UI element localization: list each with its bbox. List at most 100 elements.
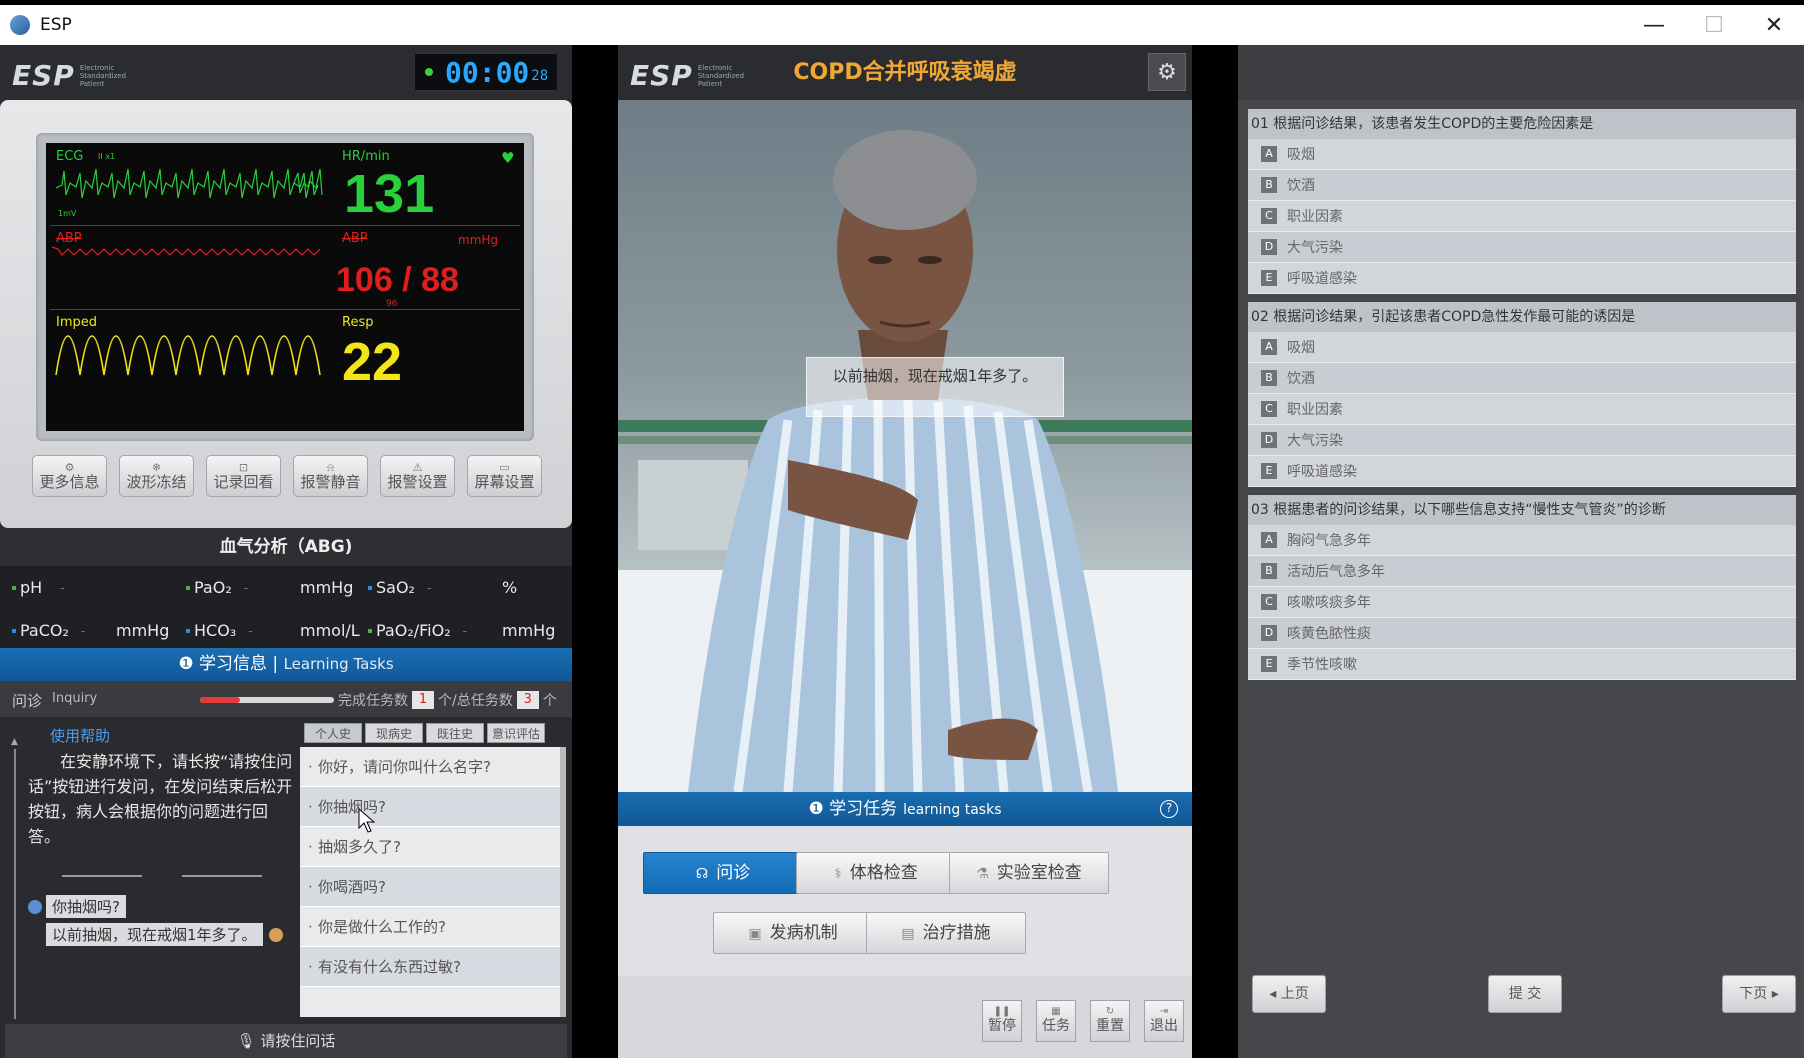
help-link[interactable]: 使用帮助 [50, 725, 110, 746]
abg-name: SaO₂ [376, 578, 415, 597]
alarm-mute-button[interactable]: ⍾ 报警静音 [293, 455, 368, 497]
option-letter: E [1261, 270, 1277, 286]
answer-option[interactable]: A 吸烟 [1248, 139, 1796, 170]
abg-value: - [248, 623, 253, 638]
abg-unit: mmHg [300, 578, 354, 597]
option-letter: A [1261, 339, 1277, 355]
progress-fill [200, 697, 241, 703]
question-title: 01 根据问诊结果，该患者发生COPD的主要危险因素是 [1248, 109, 1796, 139]
answer-option[interactable]: E 呼吸道感染 [1248, 456, 1796, 487]
monitor-icon: ▭ [499, 461, 510, 474]
record-icon: ⊡ [238, 461, 249, 474]
abg-table: pH - PaO₂ - mmHg SaO₂ - % PaCO₂ - mmHg HCO₃ -… [0, 566, 572, 652]
patient-scene: 以前抽烟，现在戒烟1年多了。 [618, 100, 1192, 792]
question-scrollbar[interactable] [560, 747, 566, 1017]
answer-option[interactable]: A 胸闷气急多年 [1248, 525, 1796, 556]
answer-option[interactable]: D 咳黄色脓性痰 [1248, 618, 1796, 649]
dot-icon [12, 585, 16, 590]
divider [182, 875, 262, 877]
exit-button[interactable]: ⇥ 退出 [1144, 1000, 1184, 1042]
dot-icon [12, 628, 16, 633]
left-header: ESP Electronic Standardized Patient 00:0… [0, 45, 572, 100]
settings-button[interactable]: ⚙ [1148, 53, 1186, 91]
tab-present-illness[interactable]: 现病史 [365, 723, 423, 743]
abg-value: - [426, 580, 432, 595]
option-text: 职业因素 [1287, 209, 1343, 225]
abg-sao2: SaO₂ - [368, 578, 431, 597]
abg-unit: mmol/L [300, 621, 360, 640]
answer-option[interactable]: B 饮酒 [1248, 170, 1796, 201]
next-page-button[interactable]: 下页 ▸ [1722, 975, 1796, 1013]
alarm-settings-button[interactable]: ⚠ 报警设置 [380, 455, 455, 497]
question-item[interactable]: 抽烟多久了? [300, 827, 560, 867]
answer-option[interactable]: D 大气污染 [1248, 232, 1796, 263]
timer-main: 00:00 [445, 55, 530, 89]
freeze-waveform-button[interactable]: ❄ 波形冻结 [119, 455, 194, 497]
task-label: 实验室检查 [996, 863, 1082, 883]
answer-option[interactable]: C 职业因素 [1248, 201, 1796, 232]
push-to-talk-button[interactable]: 🎙 请按住问话 [5, 1024, 567, 1058]
treatment-button[interactable]: ▤ 治疗措施 [866, 912, 1026, 954]
screen-settings-button[interactable]: ▭ 屏幕设置 [467, 455, 542, 497]
option-letter: C [1261, 208, 1277, 224]
inquiry-task-button[interactable]: ☊ 问诊 [643, 852, 803, 894]
scroll-track[interactable] [14, 749, 16, 1019]
help-icon[interactable]: ? [1160, 800, 1178, 818]
answer-option[interactable]: C 咳嗽咳痰多年 [1248, 587, 1796, 618]
abg-unit: mmHg [502, 621, 556, 640]
help-text: 在安静环境下，请长按“请按住问话”按钮进行发问，在发问结束后松开按钮，病人会根据… [28, 752, 293, 846]
more-info-button[interactable]: ⚙ 更多信息 [32, 455, 107, 497]
button-label: 屏幕设置 [474, 473, 535, 491]
option-text: 咳嗽咳痰多年 [1287, 595, 1371, 611]
esp-logo: ESP Electronic Standardized Patient [12, 59, 130, 92]
answer-option[interactable]: E 呼吸道感染 [1248, 263, 1796, 294]
tab-past-history[interactable]: 既往史 [426, 723, 484, 743]
answer-option[interactable]: C 职业因素 [1248, 394, 1796, 425]
answer-option[interactable]: E 季节性咳嗽 [1248, 649, 1796, 680]
lab-test-button[interactable]: ⚗ 实验室检查 [949, 852, 1109, 894]
record-review-button[interactable]: ⊡ 记录回看 [206, 455, 281, 497]
mechanism-icon: ▣ [748, 926, 762, 942]
option-text: 呼吸道感染 [1287, 464, 1357, 480]
answer-option[interactable]: A 吸烟 [1248, 332, 1796, 363]
reset-button[interactable]: ↻ 重置 [1090, 1000, 1130, 1042]
prev-page-button[interactable]: ◂ 上页 [1252, 975, 1326, 1013]
pause-button[interactable]: ❚❚ 暂停 [982, 1000, 1022, 1042]
window-title: ESP [40, 15, 72, 35]
answer-option[interactable]: B 饮酒 [1248, 363, 1796, 394]
scroll-up-icon[interactable]: ▲ [11, 737, 18, 747]
abg-name: PaO₂/FiO₂ [376, 621, 451, 640]
maximize-button[interactable]: ☐ [1684, 5, 1744, 45]
question-item[interactable]: 你喝酒吗? [300, 867, 560, 907]
option-text: 大气污染 [1287, 240, 1343, 256]
question-item[interactable]: 有没有什么东西过敏? [300, 947, 560, 987]
task-icon: ▦ [1051, 1006, 1061, 1017]
chat-scrollbar[interactable]: ▲ ▼ [11, 717, 18, 1047]
option-text: 饮酒 [1287, 178, 1315, 194]
tab-personal-history[interactable]: 个人史 [304, 723, 362, 743]
task-button[interactable]: ▦ 任务 [1036, 1000, 1076, 1042]
inquiry-label-cn: 问诊 [12, 692, 43, 710]
submit-button[interactable]: 提 交 [1488, 975, 1562, 1013]
option-letter: E [1261, 656, 1277, 672]
task-label: 发病机制 [769, 923, 838, 943]
question-item[interactable]: 你好，请问你叫什么名字? [300, 747, 560, 787]
answer-option[interactable]: B 活动后气急多年 [1248, 556, 1796, 587]
option-letter: D [1261, 239, 1277, 255]
close-button[interactable]: ✕ [1744, 5, 1804, 45]
pathogenesis-button[interactable]: ▣ 发病机制 [713, 912, 873, 954]
physical-exam-button[interactable]: ⚕ 体格检查 [796, 852, 956, 894]
answer-option[interactable]: D 大气污染 [1248, 425, 1796, 456]
exit-icon: ⇥ [1159, 1006, 1169, 1017]
question-tabs: 个人史 现病史 既往史 意识评估 [304, 723, 548, 743]
tab-consciousness[interactable]: 意识评估 [487, 723, 545, 743]
abg-pao2: PaO₂ - [186, 578, 248, 597]
quiz-question: 03 根据患者的问诊结果，以下哪些信息支持“慢性支气管炎”的诊断 A 胸闷气急多年… [1248, 495, 1796, 680]
question-title: 03 根据患者的问诊结果，以下哪些信息支持“慢性支气管炎”的诊断 [1248, 495, 1796, 525]
question-item[interactable]: 你抽烟吗? [300, 787, 560, 827]
done-count: 1 [412, 691, 434, 709]
eye [868, 256, 892, 264]
question-item[interactable]: 你是做什么工作的? [300, 907, 560, 947]
minimize-button[interactable]: — [1624, 5, 1684, 45]
hair [833, 130, 977, 230]
